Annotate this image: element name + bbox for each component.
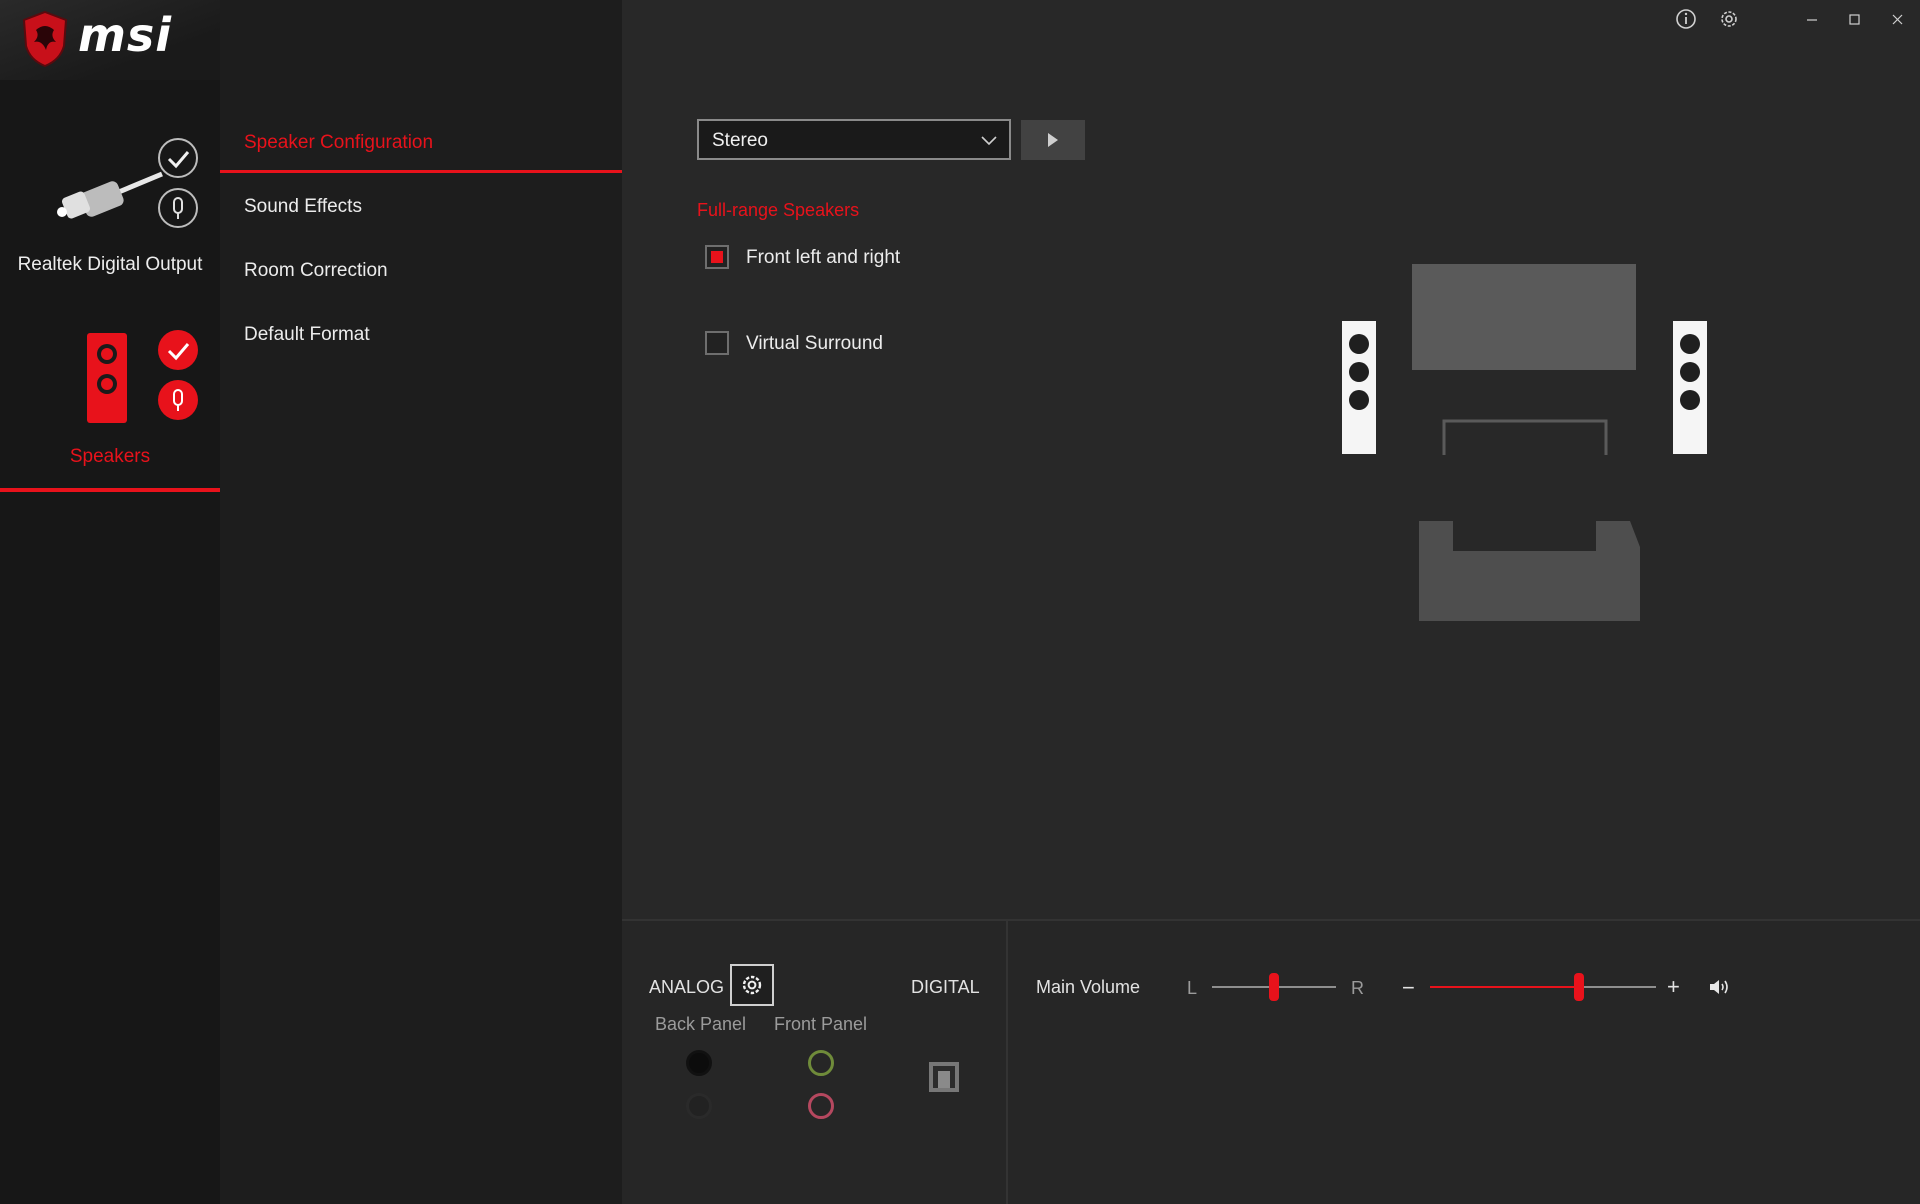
default-device-check-icon: [158, 138, 198, 178]
digital-label: DIGITAL: [911, 977, 980, 997]
front-panel-headphone-jack[interactable]: [808, 1050, 834, 1076]
brand-logo: msi: [78, 8, 173, 62]
front-left-right-checkbox[interactable]: [705, 245, 729, 269]
communication-device-mic-icon: [158, 188, 198, 228]
speaker-icon: [87, 333, 127, 423]
virtual-surround-checkbox[interactable]: [705, 331, 729, 355]
balance-slider-thumb[interactable]: [1269, 973, 1279, 1001]
menu-column: [220, 0, 622, 1204]
chevron-down-icon: [981, 136, 997, 146]
front-left-speaker-icon[interactable]: [1342, 321, 1376, 454]
balance-left-label: L: [1187, 978, 1198, 998]
back-panel-jack-2[interactable]: [686, 1093, 712, 1119]
device-realtek-digital-output[interactable]: Realtek Digital Output: [0, 120, 220, 280]
back-panel-label: Back Panel: [655, 1014, 747, 1034]
speaker-layout-diagram: [1412, 264, 1640, 621]
gear-icon: [742, 975, 762, 995]
maximize-icon[interactable]: [1840, 6, 1870, 32]
active-device-indicator: [0, 488, 220, 492]
digital-plug-icon: [57, 171, 163, 219]
close-icon[interactable]: [1883, 6, 1913, 32]
play-icon: [1048, 133, 1058, 147]
speaker-mode-dropdown[interactable]: Stereo: [697, 119, 1011, 160]
gear-icon[interactable]: [1716, 6, 1742, 32]
dropdown-selected-value: Stereo: [712, 130, 768, 151]
sofa-shape: [1419, 521, 1640, 621]
bottom-divider: [1006, 921, 1008, 1204]
front-right-speaker-icon[interactable]: [1673, 321, 1707, 454]
monitor-shape: [1412, 264, 1636, 370]
device-label: Speakers: [69, 446, 151, 467]
msi-dragon-shield-icon: [22, 10, 68, 68]
menu-room-correction[interactable]: Room Correction: [244, 260, 388, 282]
main-volume-label: Main Volume: [1036, 977, 1141, 997]
menu-speaker-configuration[interactable]: Speaker Configuration: [244, 132, 433, 154]
menu-sound-effects[interactable]: Sound Effects: [244, 196, 362, 218]
test-play-button[interactable]: [1021, 120, 1085, 160]
device-label: Realtek Digital Output: [17, 254, 203, 275]
active-menu-indicator: [220, 170, 622, 173]
analog-settings-button[interactable]: [730, 964, 774, 1006]
communication-device-mic-icon: [158, 380, 198, 420]
full-range-speakers-label: Full-range Speakers: [697, 200, 860, 220]
volume-slider-thumb[interactable]: [1574, 973, 1585, 1001]
desk-shape: [1442, 419, 1608, 455]
front-left-right-label: Front left and right: [746, 247, 901, 268]
device-speakers[interactable]: Speakers: [0, 320, 220, 488]
front-panel-mic-jack[interactable]: [808, 1093, 834, 1119]
volume-increase-button[interactable]: +: [1667, 974, 1680, 1000]
front-panel-label: Front Panel: [774, 1014, 868, 1034]
volume-slider-track[interactable]: [1430, 986, 1656, 988]
volume-decrease-button[interactable]: −: [1402, 975, 1415, 1001]
digital-port-icon[interactable]: [928, 1061, 960, 1093]
analog-label: ANALOG: [649, 977, 725, 997]
balance-right-label: R: [1351, 978, 1364, 998]
default-device-check-icon: [158, 330, 198, 370]
minimize-icon[interactable]: [1797, 6, 1827, 32]
logo-area: msi: [0, 0, 220, 80]
back-panel-jack-1[interactable]: [686, 1050, 712, 1076]
menu-default-format[interactable]: Default Format: [244, 324, 370, 346]
info-icon[interactable]: [1673, 6, 1699, 32]
volume-slider-fill: [1430, 986, 1580, 988]
checkbox-checked-mark: [711, 251, 723, 263]
virtual-surround-label: Virtual Surround: [746, 333, 883, 354]
speaker-volume-icon[interactable]: [1707, 975, 1733, 999]
